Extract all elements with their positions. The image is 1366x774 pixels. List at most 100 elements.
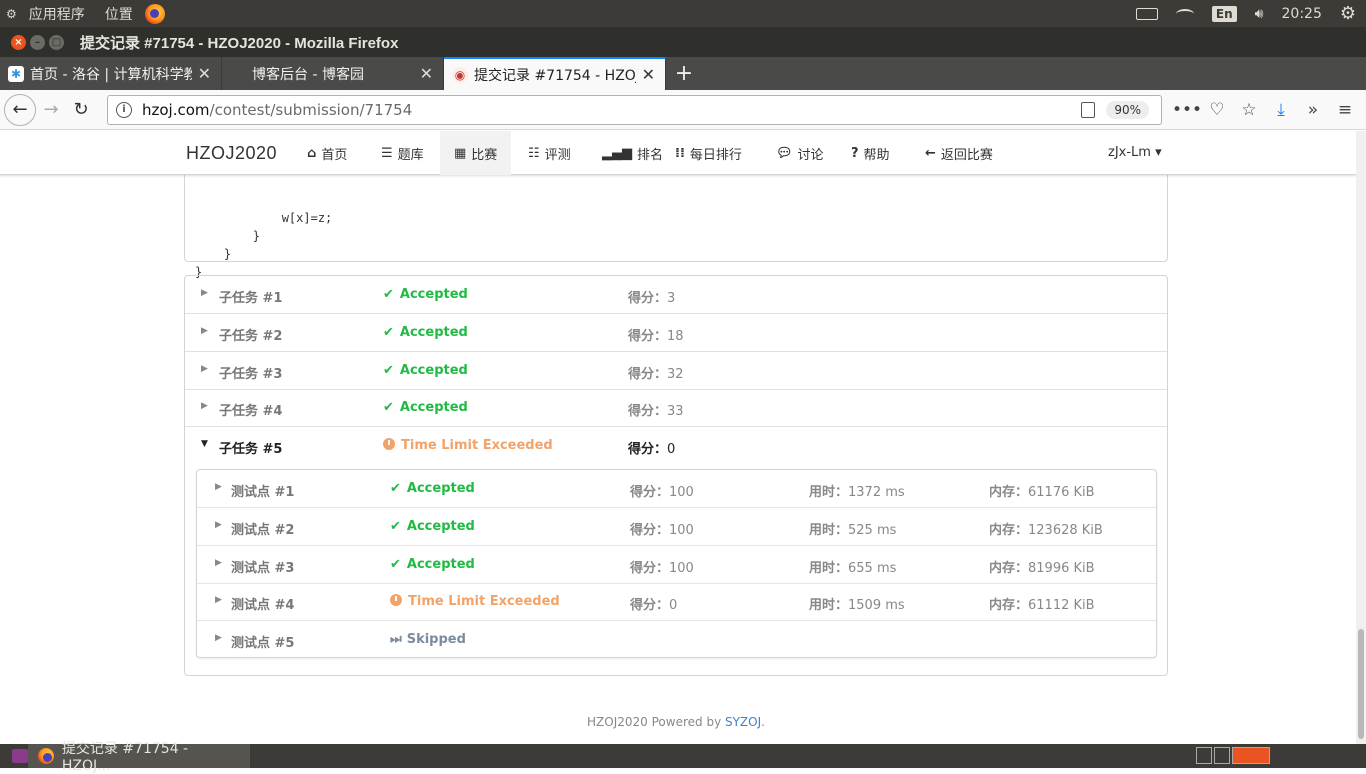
zoom-indicator[interactable]: 90% [1106,101,1149,119]
subtask-score: 得分：33 [628,404,684,419]
clock-icon [390,594,402,606]
clock-icon [383,438,395,450]
page-content: w[x]=z; } } } HZOJ2020 ⌂ 首页 ☰ 题库 ▦ 比赛 ☷ 评测 ▂… [0,131,1356,744]
subtask-list: ▶ 子任务 #1 ✔ Accepted 得分：3 ▶ 子任务 #2 ✔ Accept… [184,275,1168,676]
menu-item-back-to-contest[interactable]: ← 返回比赛 [911,131,1007,175]
window-close-button[interactable]: × [11,34,26,50]
caret-right-icon: ▶ [215,482,222,492]
site-info-icon[interactable]: i [116,102,132,118]
wifi-icon[interactable] [1175,8,1194,19]
workspace-switcher[interactable] [1196,747,1270,764]
menu-item-help[interactable]: ? 帮助 [837,131,904,175]
reload-button[interactable]: ↻ [66,95,96,125]
clock[interactable]: 20:25 [1282,6,1322,22]
show-desktop-icon[interactable] [12,749,28,763]
workspace-1[interactable] [1196,747,1212,764]
testcase-name: 测试点 #4 [231,598,295,613]
caret-down-icon: ▾ [1155,145,1162,160]
testcase-name: 测试点 #2 [231,523,295,538]
subtask-row[interactable]: ▶ 子任务 #4 ✔ Accepted 得分：33 [185,389,1167,427]
caret-right-icon: ▶ [215,633,222,643]
site-brand[interactable]: HZOJ2020 [186,143,277,164]
url-bar[interactable]: i hzoj.com/contest/submission/71754 90% [107,95,1162,125]
caret-right-icon: ▶ [215,520,222,530]
testcase-row[interactable]: ▶ 测试点 #4 Time Limit Exceeded 得分：0 用时：150… [197,583,1156,621]
page-footer: HZOJ2020 Powered by SYZOJ. [587,715,765,729]
help-icon: ? [851,145,859,161]
ubuntu-menu-icon[interactable]: ⚙ [6,7,17,21]
subtask-name: 子任务 #1 [219,291,283,306]
bottom-taskbar: 提交记录 #71754 - HZOJ... [0,741,1366,774]
testcase-time: 用时：1509 ms [809,598,905,613]
volume-icon[interactable]: 🔊︎ [1255,6,1264,22]
window-maximize-button[interactable]: □ [49,34,64,50]
scrollbar-thumb[interactable] [1358,629,1364,739]
code-line: } [195,229,261,243]
testcase-score: 得分：100 [630,561,694,576]
tab-close-icon[interactable]: ✕ [420,64,433,83]
workspace-2[interactable] [1214,747,1230,764]
signal-icon: ▂▄▆ [602,145,632,161]
subtask-row-expanded[interactable]: ▼ 子任务 #5 Time Limit Exceeded 得分：0 [185,427,1167,465]
tab-close-icon[interactable]: ✕ [642,65,655,84]
places-menu[interactable]: 位置 [97,4,141,24]
testcase-score: 得分：100 [630,523,694,538]
testcase-status: ⏭︎ Skipped [390,632,466,647]
user-dropdown[interactable]: zJx-Lm ▾ [1108,145,1162,160]
subtask-status: Time Limit Exceeded [383,438,553,453]
apps-menu[interactable]: 应用程序 [21,4,93,24]
testcase-row[interactable]: ▶ 测试点 #5 ⏭︎ Skipped [197,621,1156,659]
reader-view-icon[interactable] [1081,102,1095,118]
subtask-status: ✔ Accepted [383,363,468,378]
testcase-memory: 内存：61176 KiB [989,485,1095,500]
page-scrollbar[interactable] [1356,131,1366,744]
page-actions-icon[interactable]: ••• [1172,100,1202,120]
menu-item-problems[interactable]: ☰ 题库 [367,131,438,175]
testcase-status: Time Limit Exceeded [390,594,560,609]
testcase-row[interactable]: ▶ 测试点 #2 ✔ Accepted 得分：100 用时：525 ms 内存：1… [197,508,1156,546]
hamburger-menu-icon[interactable]: ≡ [1332,100,1358,120]
tab-label: 首页 - 洛谷 | 计算机科学教育新生态 [30,66,192,83]
syzoj-link[interactable]: SYZOJ [725,715,761,729]
workspace-3[interactable] [1232,747,1270,764]
menu-item-discussion[interactable]: 💬︎ 讨论 [762,131,838,175]
bookmark-star-icon[interactable]: ☆ [1236,100,1262,120]
testcase-row[interactable]: ▶ 测试点 #1 ✔ Accepted 得分：100 用时：1372 ms 内存：… [197,470,1156,508]
new-tab-button[interactable]: + [666,57,702,90]
firefox-launcher-icon[interactable] [144,3,165,24]
tab-hzoj-submission[interactable]: ◉ 提交记录 #71754 - HZOJ2020 ✕ [444,57,666,90]
subtask-status: ✔ Accepted [383,400,468,415]
url-text[interactable]: hzoj.com/contest/submission/71754 [142,101,412,119]
tab-cnblogs[interactable]: 博客后台 - 博客园 ✕ [222,57,444,90]
caret-right-icon: ▶ [215,595,222,605]
subtask-name: 子任务 #3 [219,367,283,382]
subtask-status: ✔ Accepted [383,325,468,340]
subtask-row[interactable]: ▶ 子任务 #2 ✔ Accepted 得分：18 [185,314,1167,352]
menu-item-contests[interactable]: ▦ 比赛 [440,131,512,175]
forward-button[interactable]: → [36,95,66,125]
back-button[interactable]: ← [4,93,36,126]
pocket-icon[interactable]: ♡ [1204,100,1230,120]
caret-right-icon: ▶ [201,326,208,336]
window-minimize-button[interactable]: – [30,34,45,50]
overflow-chevron-icon[interactable]: » [1300,100,1326,120]
arrow-left-icon: ← [925,145,936,161]
testcase-row[interactable]: ▶ 测试点 #3 ✔ Accepted 得分：100 用时：655 ms 内存：8… [197,546,1156,584]
tab-luogu[interactable]: ✱ 首页 - 洛谷 | 计算机科学教育新生态 ✕ [0,57,222,90]
check-icon: ✔ [390,481,401,496]
tasks-icon: ☷ [528,145,540,161]
system-settings-icon[interactable]: ⚙ [1340,3,1356,24]
subtask-row[interactable]: ▶ 子任务 #1 ✔ Accepted 得分：3 [185,276,1167,314]
subtask-score: 得分：32 [628,367,684,382]
taskbar-window-item[interactable]: 提交记录 #71754 - HZOJ... [28,741,250,774]
menu-item-judge[interactable]: ☷ 评测 [514,131,585,175]
menu-item-daily-ranking[interactable]: ⁞⁞ 每日排行 [661,131,756,175]
home-icon: ⌂ [307,145,317,161]
tab-close-icon[interactable]: ✕ [198,64,211,83]
keyboard-icon[interactable] [1135,7,1158,20]
downloads-icon[interactable]: ⤓ [1268,100,1294,120]
input-language-indicator[interactable]: En [1211,5,1237,22]
menu-item-home[interactable]: ⌂ 首页 [293,131,361,175]
testcase-memory: 内存：123628 KiB [989,523,1103,538]
subtask-row[interactable]: ▶ 子任务 #3 ✔ Accepted 得分：32 [185,352,1167,390]
